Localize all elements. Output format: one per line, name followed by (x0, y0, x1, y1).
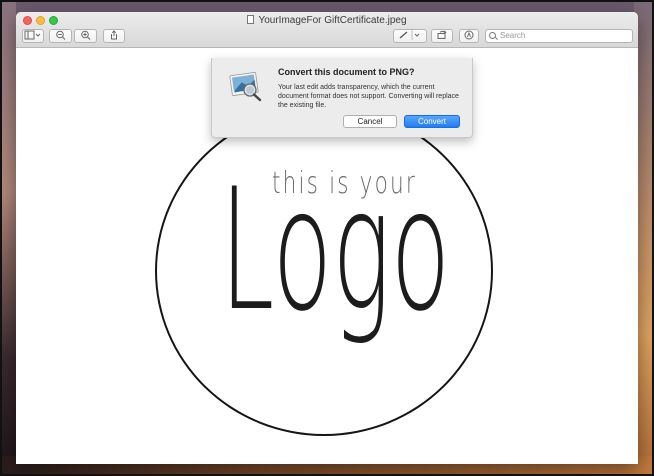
cancel-button[interactable]: Cancel (343, 115, 397, 128)
rotate-icon (437, 30, 447, 39)
preview-app-icon (229, 72, 262, 102)
markup-icon (464, 30, 474, 40)
markup-pen-button[interactable] (393, 29, 427, 43)
dialog-message: Your last edit adds transparency, which … (278, 84, 459, 109)
search-icon (489, 32, 496, 39)
share-button[interactable] (103, 29, 125, 43)
zoom-in-button[interactable] (74, 29, 97, 43)
rotate-button[interactable] (431, 29, 453, 43)
pen-icon (399, 30, 420, 40)
window-title-bar: YourImageFor GiftCertificate.jpeg (16, 14, 638, 28)
zoom-out-icon (55, 30, 65, 40)
zoom-out-button[interactable] (49, 29, 72, 43)
search-placeholder: Search (500, 31, 526, 40)
sidebar-icon (24, 30, 41, 40)
desktop-wallpaper-left (2, 2, 16, 474)
search-input[interactable]: Search (485, 29, 633, 43)
convert-button[interactable]: Convert (404, 115, 460, 128)
share-icon (111, 30, 117, 40)
window-title: YourImageFor GiftCertificate.jpeg (258, 15, 407, 26)
annotate-button[interactable] (459, 29, 479, 43)
convert-dialog: Convert this document to PNG? Your last … (211, 58, 473, 138)
dialog-title: Convert this document to PNG? (278, 67, 415, 77)
preview-window: YourImageFor GiftCertificate.jpeg Search… (16, 12, 638, 464)
screen-frame: YourImageFor GiftCertificate.jpeg Search… (0, 0, 654, 476)
window-toolbar: YourImageFor GiftCertificate.jpeg Search (16, 12, 638, 48)
sidebar-toggle-button[interactable] (22, 29, 44, 43)
document-icon (247, 15, 255, 24)
logo-wordmark: Logo (220, 152, 451, 348)
zoom-in-icon (80, 30, 90, 40)
